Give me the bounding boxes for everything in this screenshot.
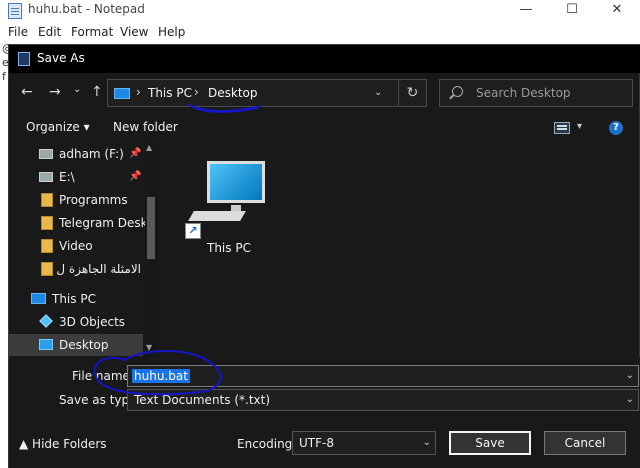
folder-icon	[41, 216, 53, 230]
edge-char: f	[2, 70, 6, 83]
notepad-title: huhu.bat - Notepad	[28, 2, 145, 16]
chevron-down-icon[interactable]: ⌄	[423, 437, 431, 448]
folder-icon	[41, 193, 53, 207]
tree-item-programms[interactable]: Programms	[9, 189, 143, 211]
menu-format[interactable]: Format	[71, 25, 113, 39]
cancel-button[interactable]: Cancel	[544, 431, 626, 455]
desktop-icon	[39, 339, 53, 350]
help-icon[interactable]: ?	[609, 121, 623, 135]
breadcrumb-desktop[interactable]: Desktop	[208, 86, 258, 100]
forward-arrow-icon[interactable]: →	[49, 85, 61, 99]
address-dropdown-icon[interactable]: ⌄	[374, 87, 382, 98]
notepad-menubar: File Edit Format View Help	[0, 22, 640, 42]
view-options-icon[interactable]	[554, 122, 570, 134]
tree-item-this-pc[interactable]: This PC	[9, 288, 143, 310]
notepad-text-edge: @ e f	[0, 42, 13, 468]
notepad-titlebar: huhu.bat - Notepad — ☐ ✕	[0, 0, 640, 22]
refresh-icon[interactable]: ↻	[398, 80, 426, 106]
file-options-panel: File name: huhu.bat ⌄ Save as type: Text…	[9, 357, 640, 468]
encoding-select[interactable]: UTF-8 ⌄	[292, 431, 436, 455]
scroll-up-icon[interactable]: ▲	[146, 143, 152, 152]
hide-folders-button[interactable]: ▲ Hide Folders	[19, 437, 107, 451]
tree-item-adham-drive[interactable]: adham (F:) 📌	[9, 143, 143, 165]
close-button[interactable]: ✕	[594, 0, 640, 22]
view-dropdown-icon[interactable]: ▾	[577, 121, 582, 132]
tree-item-label: Video	[59, 239, 93, 253]
pin-icon: 📌	[129, 148, 142, 159]
drive-icon	[39, 149, 53, 159]
content-item-this-pc[interactable]: ↗ This PC	[177, 153, 265, 257]
file-name-value[interactable]: huhu.bat	[132, 369, 190, 383]
keyboard-shape	[188, 211, 246, 221]
content-item-label: This PC	[207, 241, 251, 255]
maximize-button[interactable]: ☐	[549, 0, 595, 22]
up-arrow-icon[interactable]: ↑	[91, 85, 103, 99]
tree-item-label: This PC	[52, 292, 96, 306]
navigation-pane: adham (F:) 📌 E:\ 📌 Programms Telegram De…	[9, 143, 157, 357]
command-bar: Organize ▾ New folder ▾ ?	[9, 115, 640, 141]
tree-item-label: Telegram Deskto	[59, 216, 157, 230]
tree-item-label: Desktop	[59, 338, 109, 352]
tree-item-e-drive[interactable]: E:\ 📌	[9, 166, 143, 188]
encoding-label: Encoding:	[237, 437, 297, 451]
encoding-value: UTF-8	[299, 436, 334, 450]
address-bar[interactable]: › This PC › Desktop ⌄ ↻	[107, 79, 427, 107]
tree-item-video[interactable]: Video	[9, 235, 143, 257]
file-name-field[interactable]: huhu.bat ⌄	[127, 365, 639, 387]
dialog-title: Save As	[37, 51, 85, 65]
tree-item-label: E:\	[59, 170, 75, 184]
shortcut-arrow-icon: ↗	[185, 223, 201, 239]
notepad-icon	[8, 3, 22, 19]
menu-file[interactable]: File	[8, 25, 28, 39]
drive-icon	[39, 172, 53, 182]
tree-item-telegram[interactable]: Telegram Deskto	[9, 212, 157, 234]
dialog-titlebar: Save As	[9, 45, 640, 73]
recent-locations-icon[interactable]: ⌄	[73, 83, 81, 97]
tree-item-label: 3D Objects	[59, 315, 126, 329]
scrollbar-thumb[interactable]	[147, 197, 155, 259]
menu-edit[interactable]: Edit	[38, 25, 61, 39]
save-as-type-value: Text Documents (*.txt)	[134, 393, 271, 407]
search-input[interactable]	[476, 85, 626, 101]
tree-item-label: الامثلة الجاهزة ل	[56, 262, 141, 276]
breadcrumb-this-pc[interactable]: This PC	[148, 86, 192, 100]
breadcrumb-separator[interactable]: ›	[194, 85, 199, 99]
tree-item-arabic-folder[interactable]: الامثلة الجاهزة ل	[9, 258, 143, 280]
pc-icon	[31, 293, 46, 304]
breadcrumb-separator[interactable]: ›	[136, 85, 141, 99]
nav-scrollbar[interactable]: ▲ ▼	[145, 143, 157, 357]
scroll-down-icon[interactable]: ▼	[146, 343, 152, 352]
minimize-button[interactable]: —	[503, 0, 549, 22]
pc-icon	[114, 88, 130, 99]
save-button[interactable]: Save	[449, 431, 531, 455]
save-as-type-select[interactable]: Text Documents (*.txt) ⌄	[127, 389, 639, 411]
search-icon	[452, 86, 463, 97]
new-folder-button[interactable]: New folder	[113, 120, 178, 134]
cube-icon	[39, 314, 53, 328]
menu-view[interactable]: View	[120, 25, 148, 39]
tree-item-label: Programms	[59, 193, 128, 207]
menu-help[interactable]: Help	[158, 25, 185, 39]
computer-icon	[207, 161, 265, 203]
save-as-dialog: Save As ← → ⌄ ↑ › This PC › Desktop ⌄ ↻ …	[8, 44, 640, 468]
chevron-down-icon[interactable]: ⌄	[626, 394, 634, 405]
tree-item-3d-objects[interactable]: 3D Objects	[9, 311, 143, 333]
back-arrow-icon[interactable]: ←	[21, 85, 33, 99]
folder-icon	[41, 262, 53, 276]
pin-icon: 📌	[129, 171, 142, 182]
navigation-row: ← → ⌄ ↑ › This PC › Desktop ⌄ ↻	[9, 73, 640, 113]
search-box[interactable]	[439, 79, 633, 107]
tree-item-label: adham (F:)	[59, 147, 124, 161]
tree-item-desktop[interactable]: Desktop	[9, 334, 143, 356]
notepad-icon	[18, 52, 30, 66]
chevron-down-icon[interactable]: ⌄	[626, 370, 634, 381]
folder-icon	[41, 239, 53, 253]
organize-button[interactable]: Organize ▾	[26, 120, 90, 134]
file-name-label: File name:	[72, 369, 134, 383]
